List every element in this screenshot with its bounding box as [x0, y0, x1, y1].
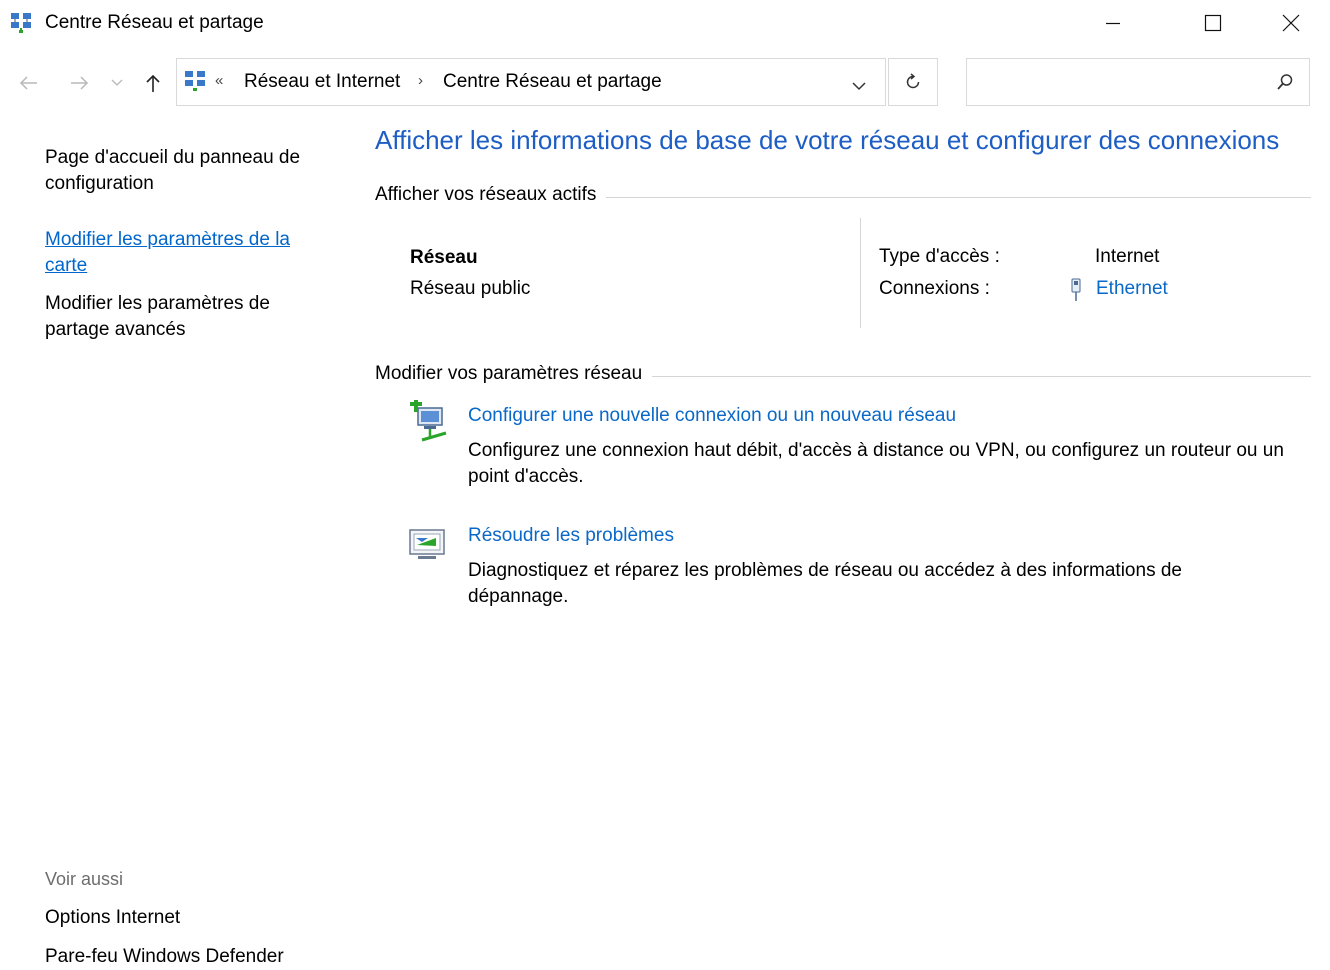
chevron-down-icon: [111, 79, 123, 86]
title-bar: Centre Réseau et partage: [0, 0, 1330, 46]
sidebar-item-advanced-sharing[interactable]: Modifier les paramètres de partage avanc…: [45, 291, 325, 343]
see-also-internet-options[interactable]: Options Internet: [45, 905, 325, 931]
network-type-link[interactable]: Réseau public: [410, 278, 530, 300]
access-type-value: Internet: [1095, 246, 1160, 267]
breadcrumb-network-center[interactable]: Centre Réseau et partage: [443, 71, 662, 93]
minimize-icon: [1106, 22, 1120, 25]
back-arrow-icon: [19, 76, 37, 90]
close-button[interactable]: [1268, 0, 1314, 46]
window-title: Centre Réseau et partage: [45, 12, 264, 33]
search-icon[interactable]: [1275, 72, 1295, 97]
maximize-icon: [1204, 14, 1222, 32]
task-new-connection-link[interactable]: Configurer une nouvelle connexion ou un …: [468, 405, 956, 427]
network-name: Réseau: [410, 247, 478, 268]
network-center-icon: [10, 12, 32, 34]
troubleshoot-icon: [408, 526, 448, 567]
network-center-icon: [184, 70, 206, 92]
chevron-down-icon: [852, 82, 866, 91]
active-networks-heading: Afficher vos réseaux actifs: [375, 184, 607, 206]
see-also-firewall[interactable]: Pare-feu Windows Defender: [45, 944, 325, 970]
minimize-button[interactable]: [1090, 0, 1136, 46]
up-arrow-icon: [146, 74, 160, 92]
close-icon: [1282, 14, 1300, 32]
address-dropdown-button[interactable]: [852, 78, 866, 96]
control-panel-home-link[interactable]: Page d'accueil du panneau de configurati…: [45, 145, 325, 197]
new-connection-icon: [408, 400, 452, 451]
recent-locations-button[interactable]: [106, 66, 128, 100]
see-also-heading: Voir aussi: [45, 869, 124, 889]
change-settings-heading: Modifier vos paramètres réseau: [375, 363, 653, 385]
task-troubleshoot-link[interactable]: Résoudre les problèmes: [468, 525, 674, 547]
breadcrumb-separator[interactable]: ›: [418, 72, 423, 89]
sidebar-item-adapter-settings[interactable]: Modifier les paramètres de la carte: [45, 227, 325, 279]
search-box[interactable]: [966, 58, 1310, 106]
vertical-divider: [860, 218, 861, 328]
refresh-button[interactable]: [888, 58, 938, 106]
connections-label: Connexions :: [879, 278, 990, 299]
ethernet-connection-link[interactable]: Ethernet: [1096, 278, 1168, 300]
forward-arrow-icon: [71, 76, 89, 90]
access-type-label: Type d'accès :: [879, 246, 1000, 267]
up-button[interactable]: [138, 66, 168, 100]
back-button[interactable]: [14, 66, 44, 100]
breadcrumb-network-internet[interactable]: Réseau et Internet: [244, 71, 400, 93]
ethernet-icon: [1068, 278, 1084, 307]
maximize-button[interactable]: [1190, 0, 1236, 46]
task-troubleshoot-description: Diagnostiquez et réparez les problèmes d…: [468, 560, 1182, 607]
forward-button[interactable]: [64, 66, 94, 100]
page-title: Afficher les informations de base de vot…: [375, 125, 1280, 155]
breadcrumb-overflow[interactable]: «: [215, 72, 223, 89]
refresh-icon: [906, 73, 920, 89]
task-new-connection-description: Configurez une connexion haut débit, d'a…: [468, 440, 1284, 487]
search-input[interactable]: [975, 59, 1269, 105]
